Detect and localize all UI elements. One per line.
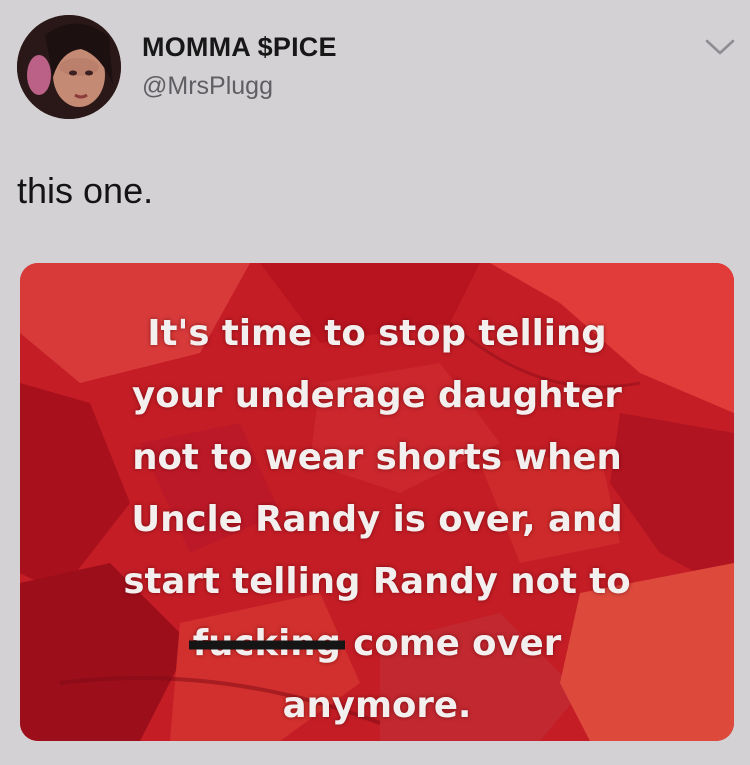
tweet-card: MOMMA $PICE @MrsPlugg this one. It's tim <box>0 0 750 765</box>
censored-word: fucking <box>188 613 345 675</box>
meme-line-4: Uncle Randy is over, and <box>131 499 623 540</box>
meme-line-1: It's time to stop telling <box>147 313 607 354</box>
meme-line-6-rest: come over <box>340 623 562 664</box>
meme-line-3: not to wear shorts when <box>132 437 622 478</box>
meme-line-6: fucking come over <box>20 613 734 675</box>
meme-text: It's time to stop telling your underage … <box>20 303 734 737</box>
display-name[interactable]: MOMMA $PICE <box>142 32 337 63</box>
meme-line-5: start telling Randy not to <box>123 561 631 602</box>
tweet-text: this one. <box>17 170 154 211</box>
meme-line-7: anymore. <box>282 685 472 726</box>
chevron-down-icon[interactable] <box>703 34 737 60</box>
user-handle[interactable]: @MrsPlugg <box>142 72 273 101</box>
avatar[interactable] <box>17 15 121 119</box>
censor-bar <box>188 640 345 650</box>
tweet-image[interactable]: It's time to stop telling your underage … <box>20 263 734 741</box>
meme-line-2: your underage daughter <box>132 375 622 416</box>
avatar-photo <box>17 15 121 119</box>
